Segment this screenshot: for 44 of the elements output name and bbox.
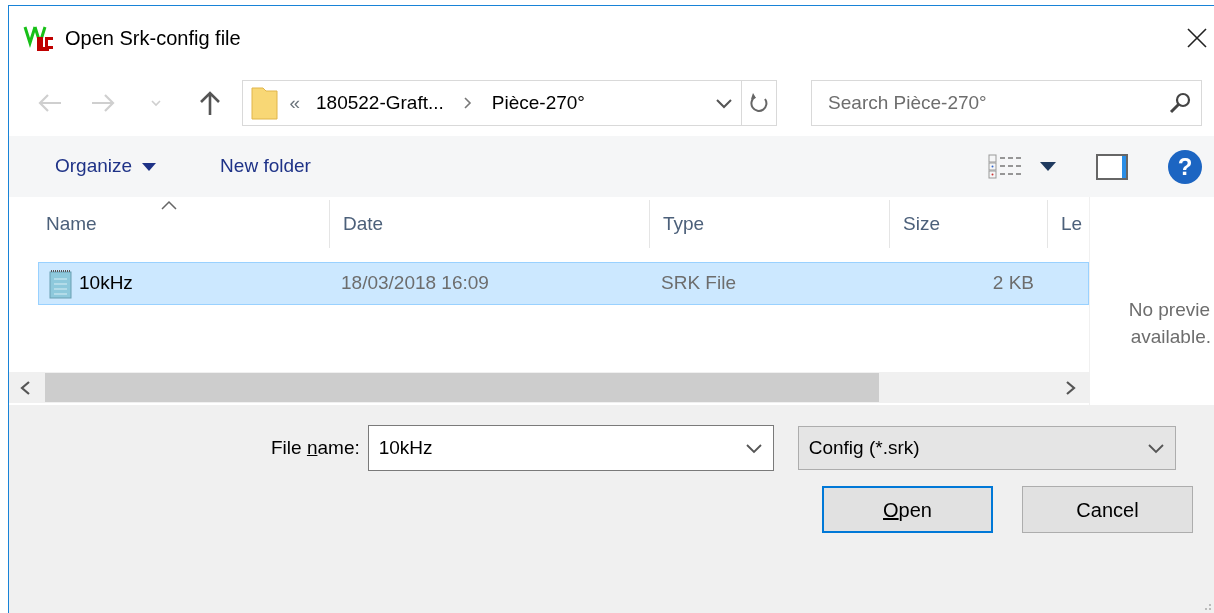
new-folder-button[interactable]: New folder <box>212 148 319 185</box>
file-date: 18/03/2018 16:09 <box>340 271 490 296</box>
text-file-icon <box>47 268 73 299</box>
scroll-right-icon[interactable] <box>1065 379 1077 396</box>
breadcrumb[interactable]: Pièce-270° <box>491 88 585 118</box>
scrollbar-thumb[interactable] <box>45 373 879 402</box>
search-icon[interactable] <box>1169 92 1192 114</box>
sort-icon <box>160 200 178 210</box>
file-type-dropdown[interactable]: Config (*.srk) <box>797 426 1176 470</box>
open-button[interactable]: Open <box>822 486 993 533</box>
file-name: 10kHz <box>79 271 133 296</box>
view-options-icon[interactable] <box>988 153 1022 180</box>
window-title: Open Srk-config file <box>65 26 242 51</box>
resize-grip-icon[interactable] <box>1204 603 1212 611</box>
file-size: 2 KB <box>991 271 1034 296</box>
preview-message: No previe <box>1128 298 1210 322</box>
column-header[interactable]: Le <box>1048 200 1089 248</box>
file-name-field[interactable]: 10kHz <box>367 425 774 471</box>
refresh-icon[interactable] <box>749 91 770 115</box>
file-row[interactable]: 10kHz 18/03/2018 16:09 SRK File 2 KB <box>38 262 1089 305</box>
search-field[interactable]: Search Pièce-270° <box>811 80 1203 126</box>
file-type: SRK File <box>660 271 737 296</box>
preview-pane-icon[interactable] <box>1096 153 1128 180</box>
preview-message: available. <box>1130 324 1211 349</box>
overflow-chevron[interactable]: « <box>289 88 300 118</box>
close-icon[interactable] <box>1186 27 1208 49</box>
scroll-left-icon[interactable] <box>19 379 31 396</box>
file-name-label: File name: <box>271 435 360 460</box>
column-header[interactable]: Name <box>9 200 330 248</box>
dropdown-icon[interactable] <box>715 97 734 109</box>
horizontal-scrollbar[interactable] <box>9 372 1089 403</box>
help-button[interactable]: ? <box>1168 149 1202 184</box>
dropdown-icon[interactable] <box>1146 442 1165 454</box>
organize-button[interactable]: Organize <box>47 148 165 185</box>
chevron-icon <box>461 96 474 110</box>
breadcrumb[interactable]: 180522-Graft... <box>316 88 444 118</box>
dropdown-icon[interactable] <box>744 442 763 454</box>
column-header[interactable]: Date <box>330 200 650 248</box>
column-header[interactable]: Type <box>650 200 890 248</box>
caret-icon <box>142 162 157 171</box>
caret-icon[interactable] <box>1040 162 1056 171</box>
folder-icon <box>251 85 280 121</box>
column-header[interactable]: Size <box>890 200 1048 248</box>
cancel-button[interactable]: Cancel <box>1022 486 1193 533</box>
